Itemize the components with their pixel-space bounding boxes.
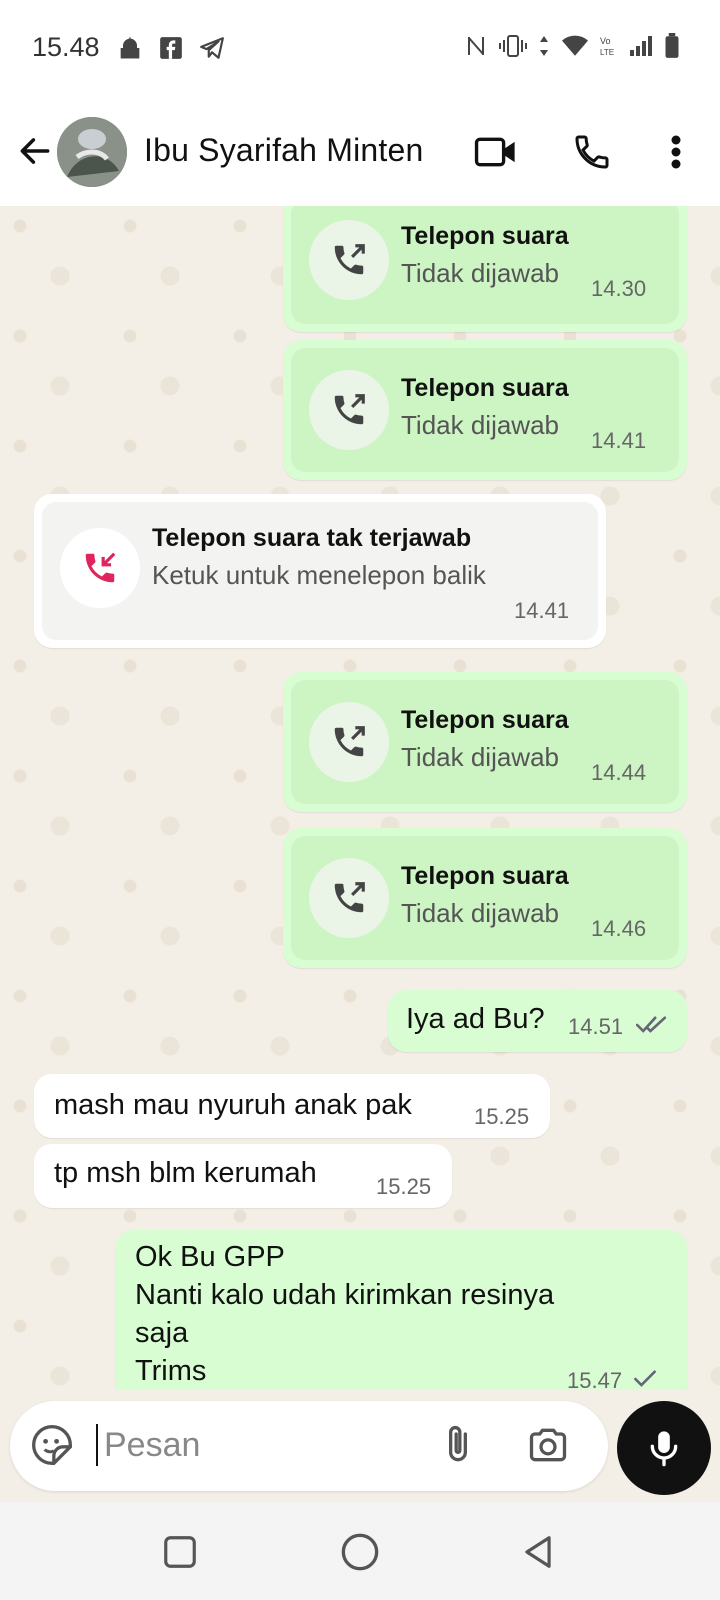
- volte-icon: Vo LTE: [600, 36, 614, 57]
- incoming-message[interactable]: tp msh blm kerumah 15.25: [34, 1144, 452, 1208]
- recents-button[interactable]: [158, 1530, 202, 1574]
- triangle-back-icon: [525, 1536, 551, 1568]
- nfc-icon: [468, 37, 484, 55]
- call-title: Telepon suara: [401, 222, 569, 250]
- message-text: tp msh blm kerumah: [54, 1157, 317, 1189]
- system-navigation-bar: [0, 1502, 720, 1600]
- call-back-hint: Ketuk untuk menelepon balik: [152, 560, 486, 590]
- message-time: 14.44: [591, 760, 647, 785]
- back-nav-button[interactable]: [516, 1530, 560, 1574]
- mosque-icon: [120, 36, 140, 59]
- voice-call-button[interactable]: [568, 128, 616, 176]
- data-arrows-icon: [540, 36, 548, 56]
- contact-avatar[interactable]: [57, 117, 127, 187]
- call-log-bubble[interactable]: Telepon suara Tidak dijawab 14.44: [283, 672, 687, 812]
- message-line: Trims: [135, 1355, 207, 1387]
- call-card: Telepon suara Tidak dijawab 14.41: [291, 348, 679, 472]
- message-time: 14.30: [591, 276, 647, 301]
- message-time: 15.25: [474, 1104, 530, 1129]
- message-text: mash mau nyuruh anak pak: [54, 1089, 412, 1121]
- back-button[interactable]: [16, 132, 54, 170]
- phone-icon: [575, 135, 609, 169]
- outgoing-message[interactable]: Ok Bu GPP Nanti kalo udah kirimkan resin…: [115, 1230, 687, 1390]
- outgoing-call-icon-wrap: [309, 220, 389, 300]
- missed-call-bubble[interactable]: Telepon suara tak terjawab Ketuk untuk m…: [34, 494, 606, 648]
- message-text: Iya ad Bu?: [406, 1003, 545, 1035]
- facebook-icon: [160, 37, 182, 59]
- video-call-button[interactable]: [472, 128, 520, 176]
- message-time: 14.41: [591, 428, 647, 453]
- sticker-icon: [32, 1425, 72, 1465]
- double-check-read-icon: [636, 1016, 667, 1033]
- outgoing-call-icon: [334, 726, 365, 757]
- message-time: 14.51: [568, 1014, 624, 1039]
- notification-icons: [116, 34, 226, 62]
- call-title: Telepon suara: [401, 706, 569, 734]
- message-time: 14.41: [514, 598, 570, 623]
- outgoing-call-icon: [334, 882, 365, 913]
- status-bar: 15.48 Vo LTE: [0, 0, 720, 100]
- voice-message-button[interactable]: [617, 1401, 711, 1495]
- call-log-bubble[interactable]: Telepon suara Tidak dijawab 14.41: [283, 340, 687, 480]
- message-list[interactable]: Telepon suara Tidak dijawab 14.30 Telepo…: [0, 206, 720, 1390]
- arrow-left-icon: [20, 138, 50, 164]
- call-title: Telepon suara tak terjawab: [152, 524, 472, 552]
- status-time: 15.48: [32, 32, 100, 62]
- call-card: Telepon suara Tidak dijawab 14.30: [291, 206, 679, 324]
- message-text: Ok Bu GPP Nanti kalo udah kirimkan resin…: [135, 1238, 554, 1390]
- outgoing-call-icon: [334, 244, 365, 275]
- microphone-icon: [650, 1431, 678, 1467]
- call-status: Tidak dijawab: [401, 258, 560, 288]
- missed-call-icon: [85, 552, 116, 583]
- more-vertical-icon: [671, 135, 681, 169]
- call-card: Telepon suara Tidak dijawab 14.46: [291, 836, 679, 960]
- single-check-icon: [634, 1370, 656, 1387]
- contact-name[interactable]: Ibu Syarifah Minten: [144, 132, 424, 169]
- message-input[interactable]: Pesan: [96, 1424, 200, 1466]
- avatar-photo: [57, 117, 127, 187]
- attach-button[interactable]: [436, 1423, 482, 1469]
- call-status: Tidak dijawab: [401, 742, 560, 772]
- outgoing-call-icon: [334, 394, 365, 425]
- message-line: Nanti kalo udah kirimkan resinya: [135, 1279, 555, 1311]
- call-title: Telepon suara: [401, 862, 569, 890]
- outgoing-call-icon-wrap: [309, 858, 389, 938]
- message-time: 14.46: [591, 916, 647, 941]
- telegram-icon: [200, 37, 224, 59]
- home-button[interactable]: [338, 1530, 382, 1574]
- vibrate-icon: [499, 35, 527, 57]
- square-icon: [164, 1536, 196, 1568]
- incoming-message[interactable]: mash mau nyuruh anak pak 15.25: [34, 1074, 550, 1138]
- svg-text:LTE: LTE: [600, 48, 614, 57]
- outgoing-message[interactable]: Iya ad Bu? 14.51: [388, 990, 687, 1052]
- wifi-icon: [562, 35, 588, 56]
- svg-text:Vo: Vo: [600, 36, 611, 46]
- call-log-bubble[interactable]: Telepon suara Tidak dijawab 14.46: [283, 828, 687, 968]
- message-line: Ok Bu GPP: [135, 1241, 285, 1273]
- circle-icon: [341, 1533, 379, 1571]
- outgoing-call-icon-wrap: [309, 370, 389, 450]
- message-time: 15.47: [567, 1368, 623, 1390]
- camera-button[interactable]: [526, 1423, 572, 1469]
- video-camera-icon: [474, 137, 515, 167]
- battery-icon: [665, 33, 679, 58]
- call-status: Tidak dijawab: [401, 898, 560, 928]
- paperclip-icon: [449, 1426, 467, 1462]
- sticker-button[interactable]: [30, 1423, 76, 1469]
- chat-header: Ibu Syarifah Minten: [0, 100, 720, 206]
- call-title: Telepon suara: [401, 374, 569, 402]
- system-icons: Vo LTE: [464, 33, 680, 59]
- outgoing-call-icon-wrap: [309, 702, 389, 782]
- message-composer: Pesan: [10, 1401, 608, 1491]
- more-options-button[interactable]: [652, 128, 700, 176]
- signal-icon: [630, 36, 652, 56]
- camera-icon: [529, 1428, 567, 1462]
- call-log-bubble[interactable]: Telepon suara Tidak dijawab 14.30: [283, 206, 687, 332]
- call-status: Tidak dijawab: [401, 410, 560, 440]
- call-card: Telepon suara Tidak dijawab 14.44: [291, 680, 679, 804]
- message-line: saja: [135, 1317, 189, 1349]
- message-time: 15.25: [376, 1174, 432, 1199]
- missed-call-icon-wrap: [60, 528, 140, 608]
- call-card: Telepon suara tak terjawab Ketuk untuk m…: [42, 502, 598, 640]
